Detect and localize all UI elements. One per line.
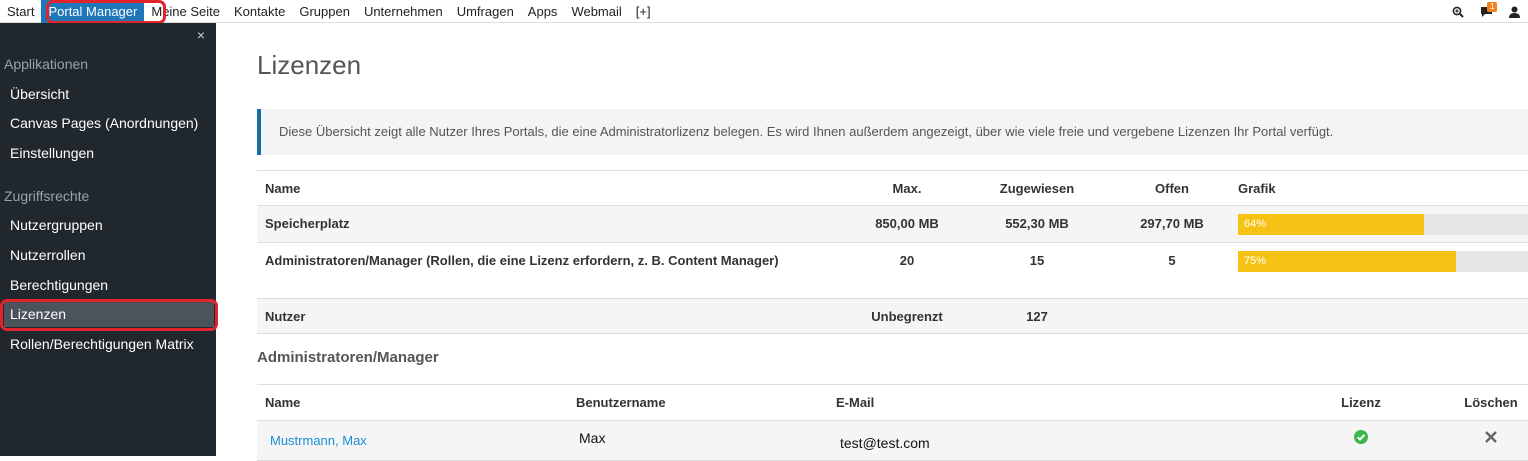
table-row: Nutzer Unbegrenzt 127 [257,299,1528,334]
admin-name-link[interactable]: Mustrmann, Max [270,433,367,448]
nav-apps[interactable]: Apps [521,0,565,23]
progress-fill: 75% [1238,251,1456,272]
sidebar-item-nutzergruppen[interactable]: Nutzergruppen [4,212,214,238]
progress-fill: 64% [1238,214,1424,235]
row-name: Nutzer [265,309,306,324]
sidebar-section-applikationen: Applikationen [4,56,89,72]
progress-bar: 75% [1238,251,1528,272]
sidebar-item-einstellungen[interactable]: Einstellungen [4,140,214,166]
table-row: Speicherplatz 850,00 MB 552,30 MB 297,70… [257,206,1528,243]
nav-meine-seite[interactable]: Meine Seite [144,0,227,23]
col-header-name: Name [265,395,301,410]
col-header-offen: Offen [1155,181,1189,196]
row-name: Speicherplatz [265,216,350,231]
table-row: Administratoren/Manager (Rollen, die ein… [257,243,1528,299]
col-header-name: Name [265,181,301,196]
sidebar-item-uebersicht[interactable]: Übersicht [4,81,214,107]
sidebar-item-canvas-pages[interactable]: Canvas Pages (Anordnungen) [4,110,214,136]
notification-badge: 1 [1487,2,1498,12]
nav-gruppen[interactable]: Gruppen [292,0,357,23]
sidebar-item-rollen-matrix[interactable]: Rollen/Berechtigungen Matrix [4,331,214,357]
col-header-grafik: Grafik [1238,181,1276,196]
user-icon[interactable] [1500,0,1528,23]
col-header-max: Max. [892,181,922,196]
top-icons: 1 [1444,0,1528,23]
delete-icon[interactable] [1484,430,1498,447]
license-table: Name Max. Zugewiesen Offen Grafik Speich… [257,170,1528,334]
nav-add[interactable]: [+] [629,0,658,23]
col-header-zugewiesen: Zugewiesen [999,181,1075,196]
row-open: 297,70 MB [1140,216,1204,231]
nav-portal-manager[interactable]: Portal Manager [41,0,145,23]
row-assigned: 15 [1029,253,1045,268]
row-max: 20 [899,253,915,268]
nav-webmail[interactable]: Webmail [564,0,628,23]
sidebar-item-lizenzen[interactable]: Lizenzen [4,301,214,327]
license-ok-icon [1354,430,1368,447]
admins-table: Name Benutzername E-Mail Lizenz Löschen … [257,384,1528,461]
nav-unternehmen[interactable]: Unternehmen [357,0,450,23]
section-heading-admins: Administratoren/Manager [257,349,439,366]
info-box: Diese Übersicht zeigt alle Nutzer Ihres … [257,109,1528,155]
table-header-row: Name Max. Zugewiesen Offen Grafik [257,171,1528,206]
sidebar-section-zugriffsrechte: Zugriffsrechte [4,188,90,204]
col-header-lizenz: Lizenz [1341,395,1381,410]
sidebar-item-nutzerrollen[interactable]: Nutzerrollen [4,242,214,268]
sidebar: × Applikationen Übersicht Canvas Pages (… [0,23,216,456]
row-assigned: 127 [1026,309,1048,324]
zoom-icon[interactable] [1444,0,1472,23]
nav-start[interactable]: Start [0,0,41,23]
row-open: 5 [1168,253,1176,268]
admin-username: Max [579,430,606,446]
admin-email: test@test.com [840,435,930,451]
nav-kontakte[interactable]: Kontakte [227,0,292,23]
nav-umfragen[interactable]: Umfragen [450,0,521,23]
col-header-email: E-Mail [836,395,875,410]
table-header-row: Name Benutzername E-Mail Lizenz Löschen [257,385,1528,421]
top-navigation-bar: Start Portal Manager Meine Seite Kontakt… [0,0,1528,23]
col-header-loeschen: Löschen [1464,395,1518,410]
messages-icon[interactable]: 1 [1472,0,1500,23]
page-title: Lizenzen [257,50,362,80]
row-max: 850,00 MB [875,216,939,231]
row-max: Unbegrenzt [871,309,943,324]
progress-bar: 64% [1238,214,1528,235]
col-header-benutzername: Benutzername [576,395,666,410]
row-name: Administratoren/Manager (Rollen, die ein… [265,253,779,268]
sidebar-item-berechtigungen[interactable]: Berechtigungen [4,272,214,298]
close-icon[interactable]: × [197,27,205,43]
row-assigned: 552,30 MB [1005,216,1069,231]
main-content: Lizenzen Diese Übersicht zeigt alle Nutz… [216,23,1528,461]
top-nav-menu: Start Portal Manager Meine Seite Kontakt… [0,0,658,23]
table-row: Mustrmann, Max Max test@test.com [257,421,1528,461]
